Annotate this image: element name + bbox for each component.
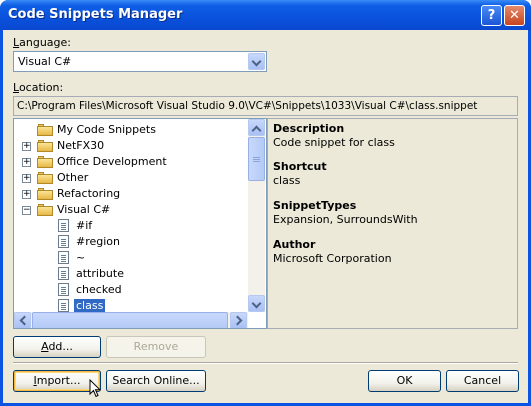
expand-icon[interactable]: + xyxy=(22,158,31,167)
language-label: Language: xyxy=(13,36,72,49)
location-value: C:\Program Files\Microsoft Visual Studio… xyxy=(17,100,478,112)
chevron-left-icon xyxy=(19,315,30,326)
folder-open-icon xyxy=(37,204,53,216)
tree-item[interactable]: checked xyxy=(14,282,248,298)
horizontal-scroll-thumb[interactable] xyxy=(32,312,228,328)
shortcut-value: class xyxy=(273,174,301,187)
expand-icon[interactable]: + xyxy=(22,142,31,151)
description-value: Code snippet for class xyxy=(273,136,395,149)
separator xyxy=(13,362,518,364)
snippet-icon xyxy=(58,283,69,296)
snippet-types-heading: SnippetTypes xyxy=(273,199,357,212)
scroll-up-button[interactable] xyxy=(248,119,265,136)
help-button[interactable]: ? xyxy=(481,5,502,26)
tree-item[interactable]: + Refactoring xyxy=(14,186,248,202)
scroll-down-button[interactable] xyxy=(248,295,265,312)
expand-icon[interactable]: + xyxy=(22,190,31,199)
tree-item[interactable]: #if xyxy=(14,218,248,234)
tree-item[interactable]: + Office Development xyxy=(14,154,248,170)
chevron-right-icon xyxy=(232,315,243,326)
dialog-client: Language: Visual C# Location: C:\Program… xyxy=(3,30,528,403)
snippet-icon xyxy=(58,235,69,248)
snippet-types-value: Expansion, SurroundsWith xyxy=(273,213,418,226)
author-heading: Author xyxy=(273,238,316,251)
language-select[interactable]: Visual C# xyxy=(13,51,267,72)
folder-icon xyxy=(37,188,53,200)
snippet-icon xyxy=(58,267,69,280)
description-section: Description Code snippet for class xyxy=(273,122,395,149)
cancel-button[interactable]: Cancel xyxy=(446,370,519,392)
shortcut-section: Shortcut class xyxy=(273,160,327,187)
folder-icon xyxy=(37,172,53,184)
language-dropdown-button[interactable] xyxy=(248,53,265,70)
snippet-icon xyxy=(58,251,69,264)
tree-vertical-scrollbar[interactable] xyxy=(248,119,265,312)
language-selected-value: Visual C# xyxy=(18,55,72,68)
scroll-left-button[interactable] xyxy=(14,312,31,328)
tree-item[interactable]: ~ xyxy=(14,250,248,266)
scroll-right-button[interactable] xyxy=(230,312,247,328)
description-heading: Description xyxy=(273,122,345,135)
remove-button[interactable]: Remove xyxy=(106,336,206,358)
scroll-thumb[interactable] xyxy=(248,137,265,181)
mouse-cursor-icon xyxy=(89,379,101,398)
window-title: Code Snippets Manager xyxy=(8,7,183,22)
collapse-icon[interactable]: − xyxy=(22,206,31,215)
chevron-down-icon xyxy=(251,56,262,67)
location-field[interactable]: C:\Program Files\Microsoft Visual Studio… xyxy=(13,96,518,116)
import-button[interactable]: Import... xyxy=(13,370,101,392)
snippet-types-section: SnippetTypes Expansion, SurroundsWith xyxy=(273,199,418,226)
tree-item[interactable]: + NetFX30 xyxy=(14,138,248,154)
dialog-window: Code Snippets Manager ? ✕ Language: Visu… xyxy=(0,0,531,406)
expand-icon[interactable]: + xyxy=(22,174,31,183)
add-button[interactable]: Add... xyxy=(13,336,101,358)
tree-item[interactable]: + Other xyxy=(14,170,248,186)
folder-icon xyxy=(37,124,53,136)
folder-icon xyxy=(37,156,53,168)
tree-item[interactable]: My Code Snippets xyxy=(14,122,248,138)
shortcut-heading: Shortcut xyxy=(273,160,327,173)
tree-item[interactable]: #region xyxy=(14,234,248,250)
author-value: Microsoft Corporation xyxy=(273,252,392,265)
folder-icon xyxy=(37,140,53,152)
location-label: Location: xyxy=(13,81,64,94)
snippet-icon xyxy=(58,299,69,312)
snippet-details-panel: Description Code snippet for class Short… xyxy=(267,118,518,329)
snippet-tree[interactable]: My Code Snippets + NetFX30 + Office Deve… xyxy=(13,118,267,329)
search-online-button[interactable]: Search Online... xyxy=(106,370,206,392)
author-section: Author Microsoft Corporation xyxy=(273,238,392,265)
title-bar[interactable]: Code Snippets Manager ? ✕ xyxy=(0,0,531,30)
snippet-icon xyxy=(58,219,69,232)
ok-button[interactable]: OK xyxy=(368,370,441,392)
tree-item[interactable]: attribute xyxy=(14,266,248,282)
close-button[interactable]: ✕ xyxy=(504,5,525,26)
chevron-up-icon xyxy=(251,125,262,136)
tree-item[interactable]: − Visual C# xyxy=(14,202,248,218)
tree-horizontal-scrollbar[interactable] xyxy=(14,312,248,328)
chevron-down-icon xyxy=(251,298,262,309)
